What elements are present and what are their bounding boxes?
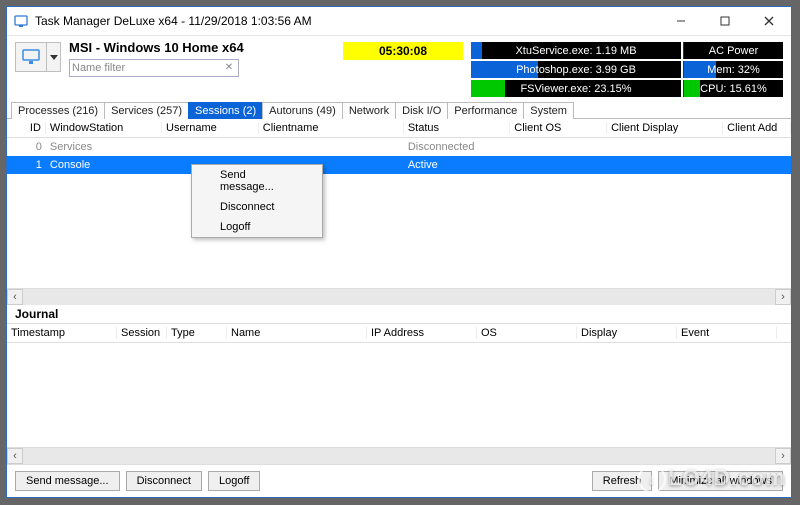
context-menu-item[interactable]: Logoff bbox=[192, 217, 322, 237]
scroll-right-icon[interactable]: › bbox=[775, 448, 791, 464]
context-menu-item[interactable]: Send message... bbox=[192, 165, 322, 197]
app-icon bbox=[13, 13, 29, 29]
name-filter-placeholder: Name filter bbox=[72, 62, 125, 74]
column-header[interactable]: Client Display bbox=[607, 122, 723, 134]
scroll-track[interactable] bbox=[23, 289, 775, 305]
scroll-right-icon[interactable]: › bbox=[775, 289, 791, 305]
tab[interactable]: Performance bbox=[447, 102, 524, 119]
info-row: MSI - Windows 10 Home x64 Name filter ✕ … bbox=[7, 36, 791, 99]
system-icon-button[interactable] bbox=[15, 42, 47, 72]
scroll-left-icon[interactable]: ‹ bbox=[7, 448, 23, 464]
sessions-hscrollbar[interactable]: ‹ › bbox=[7, 288, 791, 305]
logoff-button[interactable]: Logoff bbox=[208, 471, 260, 491]
uptime-timer: 05:30:08 bbox=[343, 42, 463, 60]
column-header[interactable]: Status bbox=[404, 122, 510, 134]
sessions-header-row: IDWindowStationUsernameClientnameStatusC… bbox=[7, 119, 791, 138]
send-message-button[interactable]: Send message... bbox=[15, 471, 120, 491]
app-window: Task Manager DeLuxe x64 - 11/29/2018 1:0… bbox=[6, 6, 792, 498]
journal-header-row: TimestampSessionTypeNameIP AddressOSDisp… bbox=[7, 323, 791, 343]
metric-stat: CPU: 15.61% bbox=[683, 80, 783, 97]
close-button[interactable] bbox=[747, 7, 791, 35]
metric-stat: Mem: 32% bbox=[683, 61, 783, 78]
tab[interactable]: Disk I/O bbox=[395, 102, 448, 119]
minimize-button[interactable] bbox=[659, 7, 703, 35]
tab[interactable]: System bbox=[523, 102, 574, 119]
clear-filter-icon[interactable]: ✕ bbox=[222, 61, 236, 75]
minimize-all-button[interactable]: Minimize all windows bbox=[658, 471, 783, 491]
column-header[interactable]: ID bbox=[7, 122, 46, 134]
maximize-button[interactable] bbox=[703, 7, 747, 35]
sessions-grid: IDWindowStationUsernameClientnameStatusC… bbox=[7, 119, 791, 305]
column-header[interactable]: Clientname bbox=[259, 122, 404, 134]
scroll-track[interactable] bbox=[23, 448, 775, 464]
scroll-left-icon[interactable]: ‹ bbox=[7, 289, 23, 305]
column-header[interactable]: Display bbox=[577, 327, 677, 339]
column-header[interactable]: Client OS bbox=[510, 122, 607, 134]
column-header[interactable]: Event bbox=[677, 327, 777, 339]
name-filter-input[interactable]: Name filter ✕ bbox=[69, 59, 239, 77]
table-row[interactable]: 1ConsoleActive bbox=[7, 156, 791, 174]
column-header[interactable]: Timestamp bbox=[7, 327, 117, 339]
column-header[interactable]: Username bbox=[162, 122, 259, 134]
metrics-panel: XtuService.exe: 1.19 MBAC PowerPhotoshop… bbox=[471, 42, 783, 97]
context-menu-item[interactable]: Disconnect bbox=[192, 197, 322, 217]
footer-toolbar: Send message... Disconnect Logoff Refres… bbox=[7, 464, 791, 497]
column-header[interactable]: OS bbox=[477, 327, 577, 339]
journal-body[interactable] bbox=[7, 343, 791, 447]
system-name: MSI - Windows 10 Home x64 bbox=[69, 40, 335, 55]
window-title: Task Manager DeLuxe x64 - 11/29/2018 1:0… bbox=[35, 14, 312, 28]
column-header[interactable]: Name bbox=[227, 327, 367, 339]
tabstrip: Processes (216)Services (257)Sessions (2… bbox=[7, 101, 791, 119]
tab[interactable]: Sessions (2) bbox=[188, 102, 263, 119]
tab[interactable]: Services (257) bbox=[104, 102, 189, 119]
metric-process: FSViewer.exe: 23.15% bbox=[471, 80, 681, 97]
column-header[interactable]: Client Add bbox=[723, 122, 791, 134]
metric-process: XtuService.exe: 1.19 MB bbox=[471, 42, 681, 59]
metric-stat: AC Power bbox=[683, 42, 783, 59]
sessions-body[interactable]: 0ServicesDisconnected1ConsoleActive bbox=[7, 138, 791, 288]
metric-process: Photoshop.exe: 3.99 GB bbox=[471, 61, 681, 78]
system-dropdown-button[interactable] bbox=[47, 42, 61, 72]
column-header[interactable]: IP Address bbox=[367, 327, 477, 339]
journal-hscrollbar[interactable]: ‹ › bbox=[7, 447, 791, 464]
disconnect-button[interactable]: Disconnect bbox=[126, 471, 202, 491]
titlebar: Task Manager DeLuxe x64 - 11/29/2018 1:0… bbox=[7, 7, 791, 36]
tab[interactable]: Network bbox=[342, 102, 396, 119]
journal-title: Journal bbox=[7, 305, 791, 323]
tab[interactable]: Autoruns (49) bbox=[262, 102, 343, 119]
column-header[interactable]: WindowStation bbox=[46, 122, 162, 134]
context-menu: Send message...DisconnectLogoff bbox=[191, 164, 323, 238]
tab[interactable]: Processes (216) bbox=[11, 102, 105, 119]
column-header[interactable]: Type bbox=[167, 327, 227, 339]
table-row[interactable]: 0ServicesDisconnected bbox=[7, 138, 791, 156]
column-header[interactable]: Session bbox=[117, 327, 167, 339]
refresh-button[interactable]: Refresh bbox=[592, 471, 653, 491]
